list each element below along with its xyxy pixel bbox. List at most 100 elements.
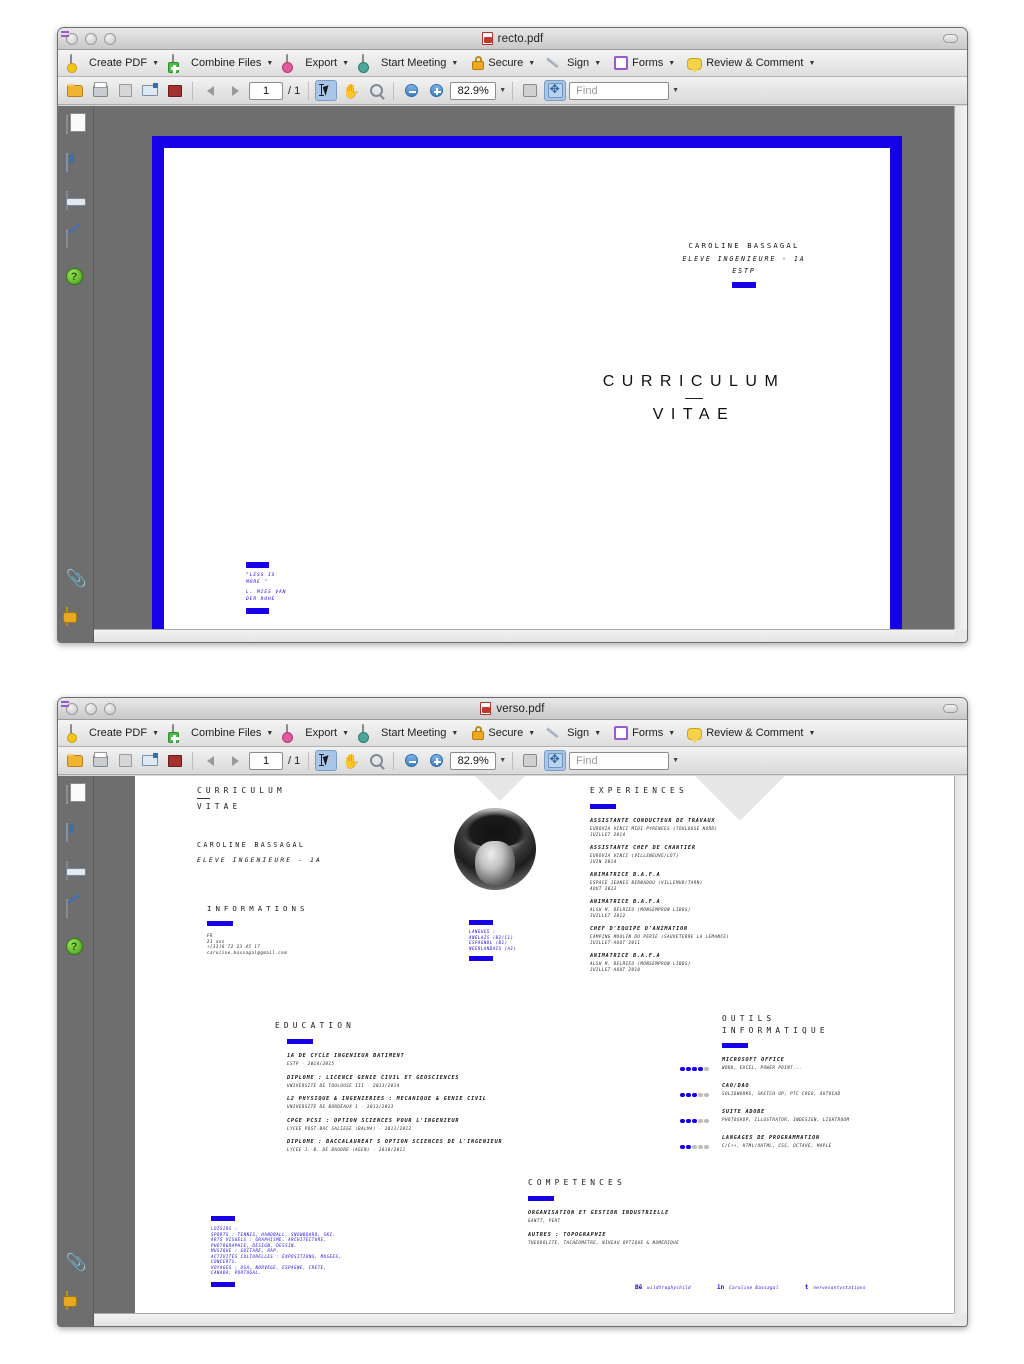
secure-button[interactable]: Secure ▼ [465, 54, 540, 72]
chevron-down-icon[interactable]: ▼ [668, 60, 675, 67]
print-button[interactable] [89, 750, 111, 771]
social-link-linkedin[interactable]: in Caroline Bassagal [717, 1284, 779, 1291]
vertical-scrollbar-verso[interactable] [954, 776, 967, 1313]
document-viewport-recto[interactable]: ? 📎 CAROLINE BASSAGAL ELEVE INGENIEURE -… [58, 106, 967, 642]
navigation-pane-verso[interactable]: ? 📎 [58, 776, 94, 1326]
chevron-down-icon[interactable]: ▼ [808, 730, 815, 737]
zoom-button[interactable] [104, 703, 116, 715]
window-controls-verso[interactable] [66, 703, 116, 715]
pdf-page-verso[interactable]: CURRICULUM VITAE CAROLINE BASSAGAL ELEVE… [135, 776, 967, 1313]
main-toolbar-verso[interactable]: Create PDF ▼ Combine Files ▼ Export ▼ St… [58, 720, 967, 747]
signatures-panel-icon[interactable] [65, 899, 86, 920]
pages-panel-icon[interactable] [65, 785, 86, 806]
review-comment-button[interactable]: Review & Comment ▼ [682, 54, 820, 73]
titlebar-verso[interactable]: verso.pdf [58, 698, 967, 720]
fit-width-button[interactable] [519, 750, 541, 771]
resize-grip-verso[interactable] [954, 1313, 967, 1326]
acrobat-window-verso[interactable]: verso.pdf Create PDF ▼ Combine Files ▼ E… [57, 697, 968, 1327]
titlebar-recto[interactable]: recto.pdf [58, 28, 967, 50]
sign-button[interactable]: Sign ▼ [542, 53, 606, 73]
export-button[interactable]: Export ▼ [280, 53, 354, 73]
comments-panel-icon[interactable] [65, 607, 86, 628]
zoom-level-input[interactable]: 82.9% [450, 751, 497, 770]
chevron-down-icon[interactable]: ▼ [668, 730, 675, 737]
forms-button[interactable]: Forms ▼ [608, 724, 680, 742]
fit-width-button[interactable] [519, 80, 541, 101]
minimize-button[interactable] [85, 703, 97, 715]
page-number-input[interactable]: 1 [249, 81, 283, 100]
page-toolbar-recto[interactable]: 1 / 1 ✋ 82.9% ▼ Find ▼ [58, 77, 967, 105]
sign-button[interactable]: Sign ▼ [542, 723, 606, 743]
pdf-page-recto[interactable]: CAROLINE BASSAGAL ELEVE INGENIEURE - 1A … [152, 136, 902, 642]
email-button[interactable] [139, 750, 161, 771]
window-controls-recto[interactable] [66, 33, 116, 45]
email-button[interactable] [139, 80, 161, 101]
previous-page-button[interactable] [199, 750, 221, 771]
marquee-zoom-button[interactable] [365, 750, 387, 771]
zoom-out-button[interactable] [400, 750, 422, 771]
next-page-button[interactable] [224, 80, 246, 101]
page-number-input[interactable]: 1 [249, 751, 283, 770]
combine-files-button[interactable]: Combine Files ▼ [166, 53, 278, 73]
zoom-dropdown-icon[interactable]: ▼ [499, 757, 506, 764]
create-pdf-button[interactable]: Create PDF ▼ [64, 53, 164, 73]
zoom-out-button[interactable] [400, 80, 422, 101]
hand-tool-button[interactable]: ✋ [340, 750, 362, 771]
comments-panel-icon[interactable] [65, 1291, 86, 1312]
forms-button[interactable]: Forms ▼ [608, 54, 680, 72]
zoom-dropdown-icon[interactable]: ▼ [499, 87, 506, 94]
chevron-down-icon[interactable]: ▼ [342, 60, 349, 67]
page-toolbar-verso[interactable]: 1 / 1 ✋ 82.9% ▼ Find ▼ [58, 747, 967, 775]
chevron-down-icon[interactable]: ▼ [808, 60, 815, 67]
secure-button[interactable]: Secure ▼ [465, 724, 540, 742]
chevron-down-icon[interactable]: ▼ [152, 730, 159, 737]
save-button[interactable] [114, 80, 136, 101]
create-pdf-button[interactable]: Create PDF ▼ [64, 723, 164, 743]
open-file-button[interactable] [64, 80, 86, 101]
review-comment-button[interactable]: Review & Comment ▼ [682, 724, 820, 743]
chevron-down-icon[interactable]: ▼ [342, 730, 349, 737]
pages-panel-icon[interactable] [65, 115, 86, 136]
start-meeting-button[interactable]: Start Meeting ▼ [356, 723, 463, 743]
zoom-in-button[interactable] [425, 80, 447, 101]
attachments-panel-icon[interactable]: 📎 [66, 1254, 87, 1274]
save-button[interactable] [114, 750, 136, 771]
start-meeting-button[interactable]: Start Meeting ▼ [356, 53, 463, 73]
chevron-down-icon[interactable]: ▼ [266, 730, 273, 737]
attachments-panel-icon[interactable]: 📎 [66, 570, 87, 590]
select-tool-button[interactable] [315, 750, 338, 771]
select-tool-button[interactable] [315, 80, 338, 101]
stamp-button[interactable] [164, 750, 186, 771]
combine-files-button[interactable]: Combine Files ▼ [166, 723, 278, 743]
chevron-down-icon[interactable]: ▼ [451, 60, 458, 67]
social-link-behance[interactable]: Bē wildtrophychild [635, 1284, 691, 1291]
open-file-button[interactable] [64, 750, 86, 771]
find-input[interactable]: Find [569, 81, 670, 100]
chevron-down-icon[interactable]: ▼ [266, 60, 273, 67]
hand-tool-button[interactable]: ✋ [340, 80, 362, 101]
chevron-down-icon[interactable]: ▼ [451, 730, 458, 737]
chevron-down-icon[interactable]: ▼ [152, 60, 159, 67]
document-viewport-verso[interactable]: ? 📎 CURRICULUM VITAE CAROLINE BASSAGAL E… [58, 776, 967, 1326]
stamp-button[interactable] [164, 80, 186, 101]
bookmarks-panel-icon[interactable] [65, 823, 86, 844]
signatures-panel-icon[interactable] [65, 229, 86, 250]
bookmarks-panel-icon[interactable] [65, 153, 86, 174]
zoom-level-input[interactable]: 82.9% [450, 81, 497, 100]
chevron-down-icon[interactable]: ▼ [594, 60, 601, 67]
export-button[interactable]: Export ▼ [280, 723, 354, 743]
vertical-scrollbar-recto[interactable] [954, 106, 967, 629]
social-link-tumblr[interactable]: t nervesontvstations [805, 1284, 866, 1291]
fit-page-button[interactable] [544, 750, 567, 771]
print-button[interactable] [89, 80, 111, 101]
acrobat-window-recto[interactable]: recto.pdf Create PDF ▼ Combine Files ▼ E… [57, 27, 968, 643]
minimize-button[interactable] [85, 33, 97, 45]
resize-grip-recto[interactable] [954, 629, 967, 642]
layers-panel-icon[interactable] [65, 861, 86, 882]
layers-panel-icon[interactable] [65, 191, 86, 212]
horizontal-scrollbar-verso[interactable] [94, 1313, 954, 1326]
find-dropdown-icon[interactable]: ▼ [672, 87, 679, 94]
chevron-down-icon[interactable]: ▼ [528, 60, 535, 67]
navigation-pane-recto[interactable]: ? 📎 [58, 106, 94, 642]
help-panel-icon[interactable]: ? [65, 938, 86, 958]
